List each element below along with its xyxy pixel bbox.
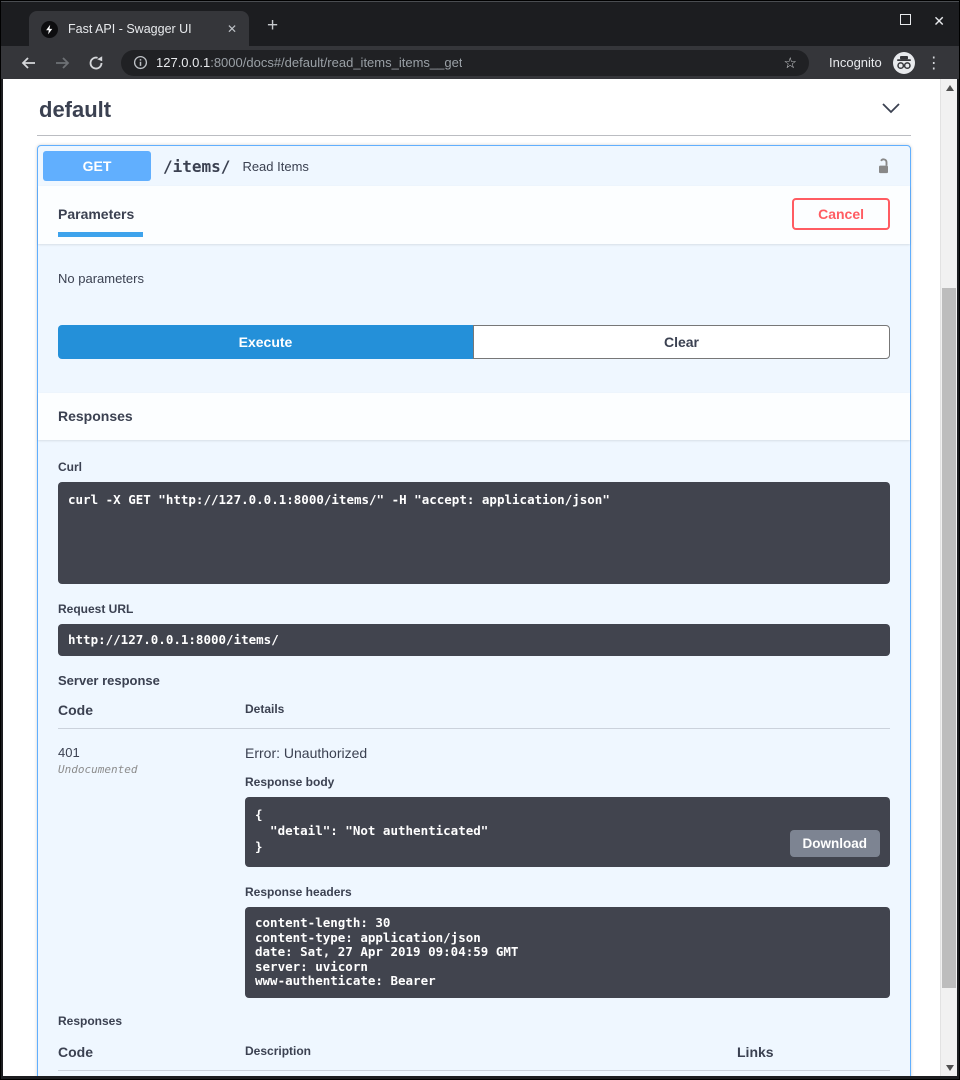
live-response-table-header: Code Details	[58, 702, 890, 729]
browser-tab[interactable]: Fast API - Swagger UI ✕	[29, 11, 249, 47]
back-button[interactable]	[15, 50, 41, 76]
titlebar: Fast API - Swagger UI ✕ + ✕	[1, 1, 959, 46]
operation-path: /items/	[163, 157, 230, 176]
responses-header: Responses	[38, 393, 910, 440]
response-headers-block: content-length: 30 content-type: applica…	[245, 907, 890, 998]
parameters-header: Parameters Cancel	[38, 186, 910, 244]
chevron-down-icon[interactable]	[881, 101, 901, 119]
close-button[interactable]: ✕	[933, 15, 945, 27]
documented-responses-label: Responses	[58, 1014, 890, 1028]
execute-wrapper: Execute Clear	[38, 325, 910, 393]
new-tab-button[interactable]: +	[267, 16, 278, 35]
clear-button[interactable]: Clear	[473, 325, 890, 359]
request-url-block: http://127.0.0.1:8000/items/	[58, 624, 890, 656]
curl-command: curl -X GET "http://127.0.0.1:8000/items…	[68, 492, 880, 508]
operation-summary-text: Read Items	[242, 159, 308, 174]
address-bar[interactable]: 127.0.0.1:8000/docs#/default/read_items_…	[121, 50, 809, 76]
links-column-header: Links	[737, 1044, 890, 1060]
response-headers-text: content-length: 30 content-type: applica…	[255, 916, 880, 989]
curl-label: Curl	[58, 460, 890, 474]
server-response-label: Server response	[58, 673, 890, 688]
url-text: 127.0.0.1:8000/docs#/default/read_items_…	[156, 55, 462, 70]
description-column-header: Description	[245, 1044, 737, 1060]
response-body-json: { "detail": "Not authenticated" }	[255, 807, 880, 855]
response-error-title: Error: Unauthorized	[245, 745, 890, 761]
response-body-label: Response body	[245, 775, 890, 789]
maximize-button[interactable]	[900, 14, 911, 27]
page-info-icon[interactable]	[133, 55, 148, 70]
incognito-icon	[892, 51, 916, 75]
details-column-header: Details	[245, 702, 890, 718]
response-headers-label: Response headers	[245, 885, 890, 899]
swagger-page: default GET /items/ Read Items Parameter…	[3, 79, 957, 1076]
responses-section-title: Responses	[58, 408, 133, 424]
table-row: 200 Successful Response No links	[58, 1071, 890, 1077]
browser-menu-icon[interactable]: ⋮	[926, 53, 942, 73]
response-status-code: 401	[58, 745, 245, 760]
tab-title: Fast API - Swagger UI	[68, 22, 223, 36]
documented-responses-table-header: Code Description Links	[58, 1044, 890, 1071]
tag-title: default	[39, 97, 111, 123]
maximize-icon	[900, 14, 911, 25]
response-body-block: { "detail": "Not authenticated" } Downlo…	[245, 797, 890, 867]
browser-window: Fast API - Swagger UI ✕ + ✕ 127.0.0.1:80…	[0, 0, 960, 1080]
live-response-row: 401 Undocumented Error: Unauthorized Res…	[58, 729, 890, 998]
page-scrollbar[interactable]	[940, 79, 957, 1076]
browser-toolbar: 127.0.0.1:8000/docs#/default/read_items_…	[1, 46, 959, 79]
code-column-header: Code	[58, 1044, 245, 1060]
code-column-header: Code	[58, 702, 245, 718]
cancel-button[interactable]: Cancel	[792, 198, 890, 230]
tab-close-icon[interactable]: ✕	[223, 20, 241, 38]
execute-button[interactable]: Execute	[58, 325, 473, 359]
operation-summary[interactable]: GET /items/ Read Items	[38, 146, 910, 186]
curl-command-block[interactable]: curl -X GET "http://127.0.0.1:8000/items…	[58, 482, 890, 584]
opblock-get-items: GET /items/ Read Items Parameters Cancel…	[37, 145, 911, 1076]
scrollbar-down-arrow[interactable]	[941, 1059, 957, 1076]
forward-button[interactable]	[49, 50, 75, 76]
incognito-label: Incognito	[829, 55, 882, 70]
no-parameters-text: No parameters	[58, 271, 144, 286]
undocumented-note: Undocumented	[58, 763, 245, 776]
request-url-value: http://127.0.0.1:8000/items/	[68, 632, 880, 648]
scrollbar-up-arrow[interactable]	[941, 79, 957, 96]
scrollbar-thumb[interactable]	[942, 288, 956, 988]
auth-lock-icon[interactable]	[876, 157, 891, 176]
parameters-tab[interactable]: Parameters	[58, 206, 134, 222]
reload-button[interactable]	[83, 50, 109, 76]
method-badge: GET	[43, 151, 151, 181]
tag-header[interactable]: default	[37, 79, 911, 136]
download-button[interactable]: Download	[790, 830, 881, 857]
bookmark-star-icon[interactable]: ☆	[784, 54, 797, 72]
request-url-label: Request URL	[58, 602, 890, 616]
fastapi-favicon-icon	[41, 21, 58, 38]
